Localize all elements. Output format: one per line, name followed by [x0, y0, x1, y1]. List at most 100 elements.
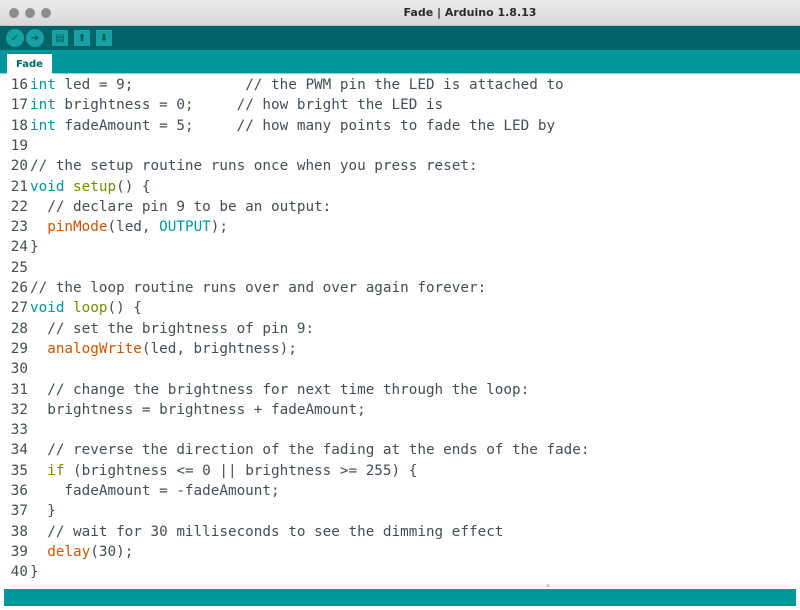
arrow-down-icon: ⬇	[99, 32, 109, 44]
code-line[interactable]: 40}	[0, 562, 800, 582]
code-text: }	[30, 503, 56, 519]
text-token: () {	[116, 178, 151, 195]
function-token: delay	[47, 543, 91, 560]
text-token: (led,	[107, 219, 160, 236]
text-token: // reverse the direction of the fading a…	[30, 442, 590, 459]
text-token: // declare pin 9 to be an output:	[30, 198, 332, 215]
builtin-token: loop	[73, 300, 108, 317]
code-line[interactable]: 37 }	[0, 501, 800, 521]
text-token: // change the brightness for next time t…	[30, 381, 530, 398]
line-number: 18	[10, 117, 28, 134]
keyword-token: void	[30, 178, 65, 195]
text-token: brightness = brightness + fadeAmount;	[30, 401, 366, 418]
line-number: 34	[10, 442, 28, 459]
upload-button[interactable]: ➜	[26, 29, 44, 47]
code-text: brightness = brightness + fadeAmount;	[30, 402, 366, 418]
keyword-token: int	[30, 117, 56, 134]
text-token: // wait for 30 milliseconds to see the d…	[30, 523, 504, 540]
code-line[interactable]: 27 void loop() {	[0, 298, 800, 318]
text-token: // set the brightness of pin 9:	[30, 320, 315, 337]
text-token: () {	[107, 300, 142, 317]
keyword-token: int	[30, 97, 56, 114]
code-text: // reverse the direction of the fading a…	[30, 442, 589, 458]
save-sketch-button[interactable]: ⬇	[96, 30, 112, 46]
code-line[interactable]: 26// the loop routine runs over and over…	[0, 278, 800, 298]
text-token: }	[30, 503, 56, 520]
line-number: 40	[10, 564, 28, 581]
text-token: // the setup routine runs once when you …	[30, 158, 478, 175]
text-token: }	[30, 564, 39, 581]
text-token: );	[210, 219, 229, 236]
window-title: Fade | Arduino 1.8.13	[403, 6, 537, 19]
code-text: }	[30, 564, 39, 580]
line-number: 20	[10, 158, 28, 175]
code-line[interactable]: 36 fadeAmount = -fadeAmount;	[0, 481, 800, 501]
text-token: }	[30, 239, 39, 256]
file-icon: ▤	[55, 32, 65, 44]
code-text: void loop() {	[30, 300, 142, 316]
code-line[interactable]: 38 // wait for 30 milliseconds to see th…	[0, 522, 800, 542]
code-line[interactable]: 31 // change the brightness for next tim…	[0, 380, 800, 400]
line-number: 19	[10, 137, 28, 154]
builtin-token: setup	[73, 178, 117, 195]
code-editor[interactable]: 16 int led = 9; // the PWM pin the LED is…	[0, 75, 800, 587]
tab-fade[interactable]: Fade	[7, 54, 52, 74]
status-bar	[4, 589, 796, 606]
function-token: pinMode	[47, 219, 108, 236]
code-text: delay(30);	[30, 544, 133, 560]
check-icon: ✓	[10, 32, 20, 44]
code-line[interactable]: 33	[0, 420, 800, 440]
code-text: // declare pin 9 to be an output:	[30, 199, 331, 215]
line-number: 38	[10, 523, 28, 540]
code-line[interactable]: 28 // set the brightness of pin 9:	[0, 319, 800, 339]
code-line[interactable]: 29 analogWrite(led, brightness);	[0, 339, 800, 359]
code-text: fadeAmount = -fadeAmount;	[30, 483, 280, 499]
code-line[interactable]: 39 delay(30);	[0, 542, 800, 562]
code-line[interactable]: 21 void setup() {	[0, 177, 800, 197]
keyword-token: void	[30, 300, 65, 317]
code-line[interactable]: 23 pinMode(led, OUTPUT);	[0, 217, 800, 237]
line-number: 27	[10, 300, 28, 317]
line-number: 35	[10, 462, 28, 479]
text-token: (led, brightness);	[141, 340, 297, 357]
code-line[interactable]: 24}	[0, 237, 800, 257]
keyword-token: int	[30, 77, 56, 93]
code-text: if (brightness <= 0 || brightness >= 255…	[30, 463, 417, 479]
open-sketch-button[interactable]: ⬆	[74, 30, 90, 46]
code-line[interactable]: 32 brightness = brightness + fadeAmount;	[0, 400, 800, 420]
text-token: fadeAmount = 5; // how many points to fa…	[55, 117, 556, 134]
text-token: led = 9; // the PWM pin the LED is attac…	[55, 77, 564, 93]
new-sketch-button[interactable]: ▤	[52, 30, 68, 46]
code-line[interactable]: 19	[0, 136, 800, 156]
line-number: 23	[10, 219, 28, 236]
code-line[interactable]: 18 int fadeAmount = 5; // how many points…	[0, 116, 800, 136]
code-line[interactable]: 22 // declare pin 9 to be an output:	[0, 197, 800, 217]
code-line[interactable]: 25	[0, 258, 800, 278]
code-line[interactable]: 35 if (brightness <= 0 || brightness >= …	[0, 461, 800, 481]
code-line[interactable]: 34 // reverse the direction of the fadin…	[0, 440, 800, 460]
code-line[interactable]: 20// the setup routine runs once when yo…	[0, 156, 800, 176]
code-text: void setup() {	[30, 179, 151, 195]
code-line[interactable]: 30	[0, 359, 800, 379]
text-token: fadeAmount = -fadeAmount;	[30, 483, 280, 499]
arrow-right-icon: ➜	[30, 32, 40, 44]
code-line[interactable]: 16 int led = 9; // the PWM pin the LED is…	[0, 75, 800, 95]
line-number: 25	[10, 259, 28, 276]
code-text: // the loop routine runs over and over a…	[30, 280, 486, 296]
code-text: }	[30, 239, 39, 255]
line-number: 33	[10, 422, 28, 439]
tab-bar: Fade	[0, 50, 800, 74]
line-number: 30	[10, 361, 28, 378]
code-text: // change the brightness for next time t…	[30, 382, 529, 398]
line-number: 36	[10, 483, 28, 499]
code-line[interactable]: 17 int brightness = 0; // how bright the …	[0, 95, 800, 115]
text-token: // the loop routine runs over and over a…	[30, 280, 487, 296]
resize-handle[interactable]	[546, 584, 550, 587]
line-number: 37	[10, 503, 28, 520]
line-number: 28	[10, 320, 28, 337]
verify-button[interactable]: ✓	[6, 29, 24, 47]
code-text: // the setup routine runs once when you …	[30, 158, 478, 174]
